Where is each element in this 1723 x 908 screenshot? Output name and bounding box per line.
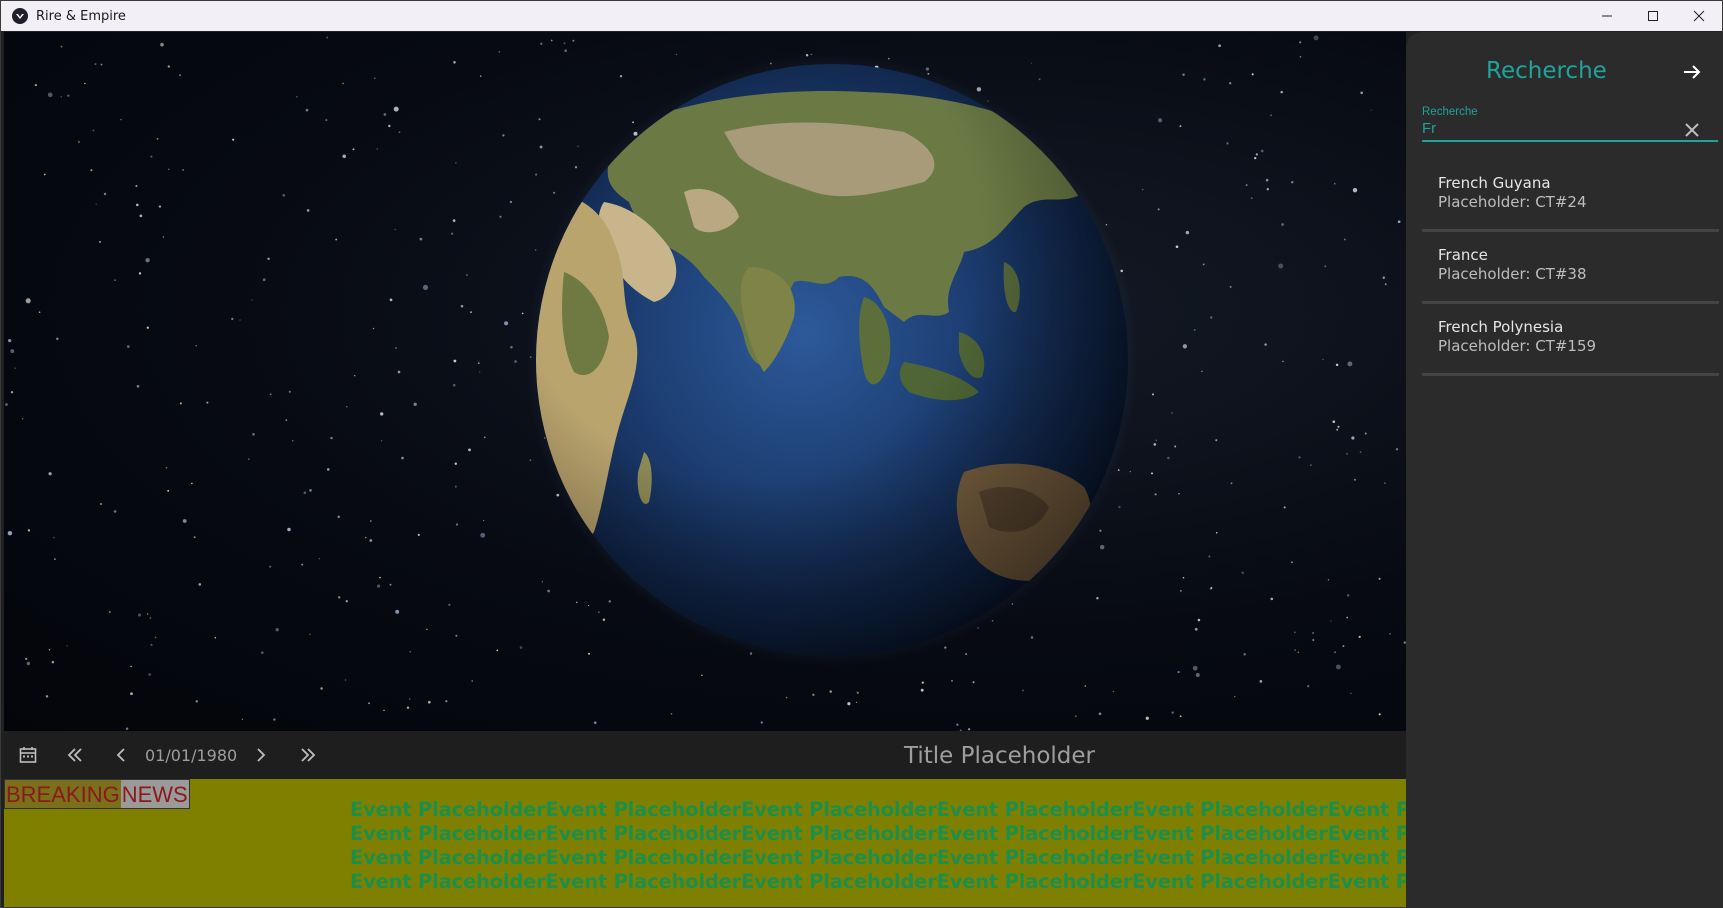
close-button[interactable]: [1676, 1, 1722, 31]
breaking-label: BREAKING: [5, 780, 121, 808]
close-icon: [1693, 10, 1705, 22]
divider: [1422, 373, 1719, 376]
earth-globe[interactable]: [4, 32, 1406, 731]
event-line: Event PlaceholderEvent PlaceholderEvent …: [350, 846, 1524, 869]
step-back-button[interactable]: [107, 741, 135, 769]
chevron-right-icon: [257, 748, 266, 762]
calendar-button[interactable]: [14, 741, 42, 769]
breaking-news-badge: BREAKING NEWS: [4, 779, 190, 809]
event-line: Event PlaceholderEvent PlaceholderEvent …: [350, 870, 1524, 893]
result-name: France: [1438, 246, 1488, 264]
calendar-icon: [19, 747, 37, 763]
event-list: Event PlaceholderEvent PlaceholderEvent …: [350, 798, 1524, 894]
title-bar[interactable]: Rire & Empire: [1, 1, 1722, 31]
timeline-controls: 01/01/1980 Title Placeholder: [4, 731, 1406, 779]
search-result-item[interactable]: France Placeholder: CT#38: [1422, 232, 1719, 304]
minimize-icon: [1602, 15, 1612, 17]
result-name: French Guyana: [1438, 174, 1551, 192]
result-name: French Polynesia: [1438, 318, 1564, 336]
arrow-right-icon[interactable]: [1680, 60, 1704, 84]
result-subtitle: Placeholder: CT#159: [1438, 337, 1597, 355]
app-logo-icon: [12, 8, 28, 24]
step-forward-button[interactable]: [247, 741, 275, 769]
current-date[interactable]: 01/01/1980: [145, 746, 237, 765]
chevron-left-icon: [116, 748, 125, 762]
maximize-button[interactable]: [1630, 1, 1676, 31]
window-title: Rire & Empire: [36, 8, 126, 24]
panel-title: Recherche: [1486, 58, 1607, 84]
search-result-item[interactable]: French Polynesia Placeholder: CT#159: [1422, 304, 1719, 376]
search-field-underline: [1422, 140, 1718, 142]
minimize-button[interactable]: [1584, 1, 1630, 31]
search-result-item[interactable]: French Guyana Placeholder: CT#24: [1422, 160, 1719, 232]
app-window: Rire & Empire 01/01/1980 Title Placehold…: [0, 0, 1723, 908]
page-title: Title Placeholder: [904, 743, 1095, 769]
result-subtitle: Placeholder: CT#38: [1438, 265, 1587, 283]
news-label: NEWS: [120, 780, 189, 808]
news-ticker: BREAKING NEWS Event PlaceholderEvent Pla…: [4, 779, 1524, 907]
jump-back-button[interactable]: [61, 741, 89, 769]
result-subtitle: Placeholder: CT#24: [1438, 193, 1587, 211]
maximize-icon: [1648, 11, 1658, 21]
search-panel: Recherche Recherche French Guyana Placeh…: [1406, 32, 1723, 908]
globe-viewport[interactable]: [4, 32, 1406, 731]
event-line: Event PlaceholderEvent PlaceholderEvent …: [350, 798, 1524, 821]
event-line: Event PlaceholderEvent PlaceholderEvent …: [350, 822, 1524, 845]
double-chevron-left-icon: [67, 748, 82, 762]
search-input[interactable]: [1422, 120, 1662, 137]
clear-icon[interactable]: [1680, 118, 1704, 142]
double-chevron-right-icon: [301, 748, 316, 762]
jump-forward-button[interactable]: [294, 741, 322, 769]
search-field-label: Recherche: [1422, 106, 1478, 118]
